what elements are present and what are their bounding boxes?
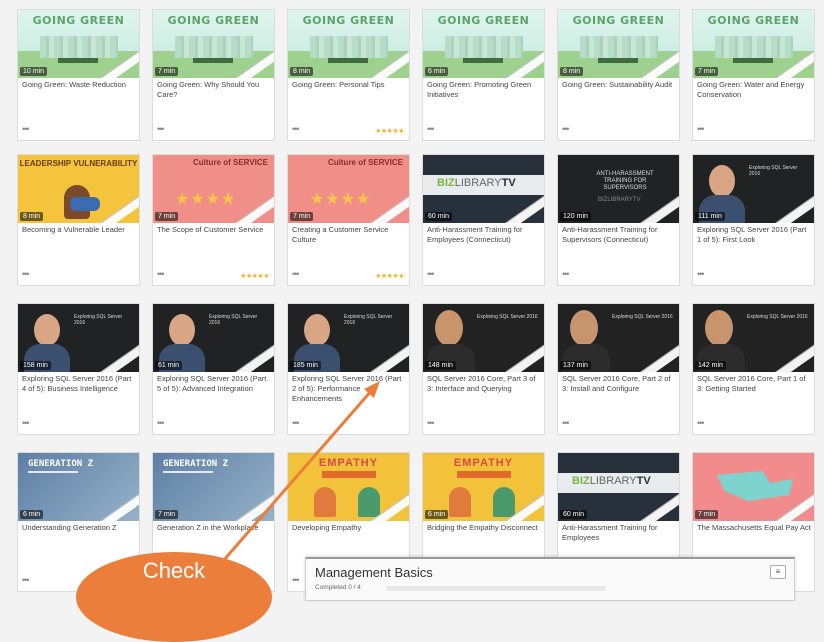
callout-text: Check (142, 558, 206, 583)
annotation-arrow (194, 381, 380, 593)
check-callout: Check (76, 552, 272, 642)
